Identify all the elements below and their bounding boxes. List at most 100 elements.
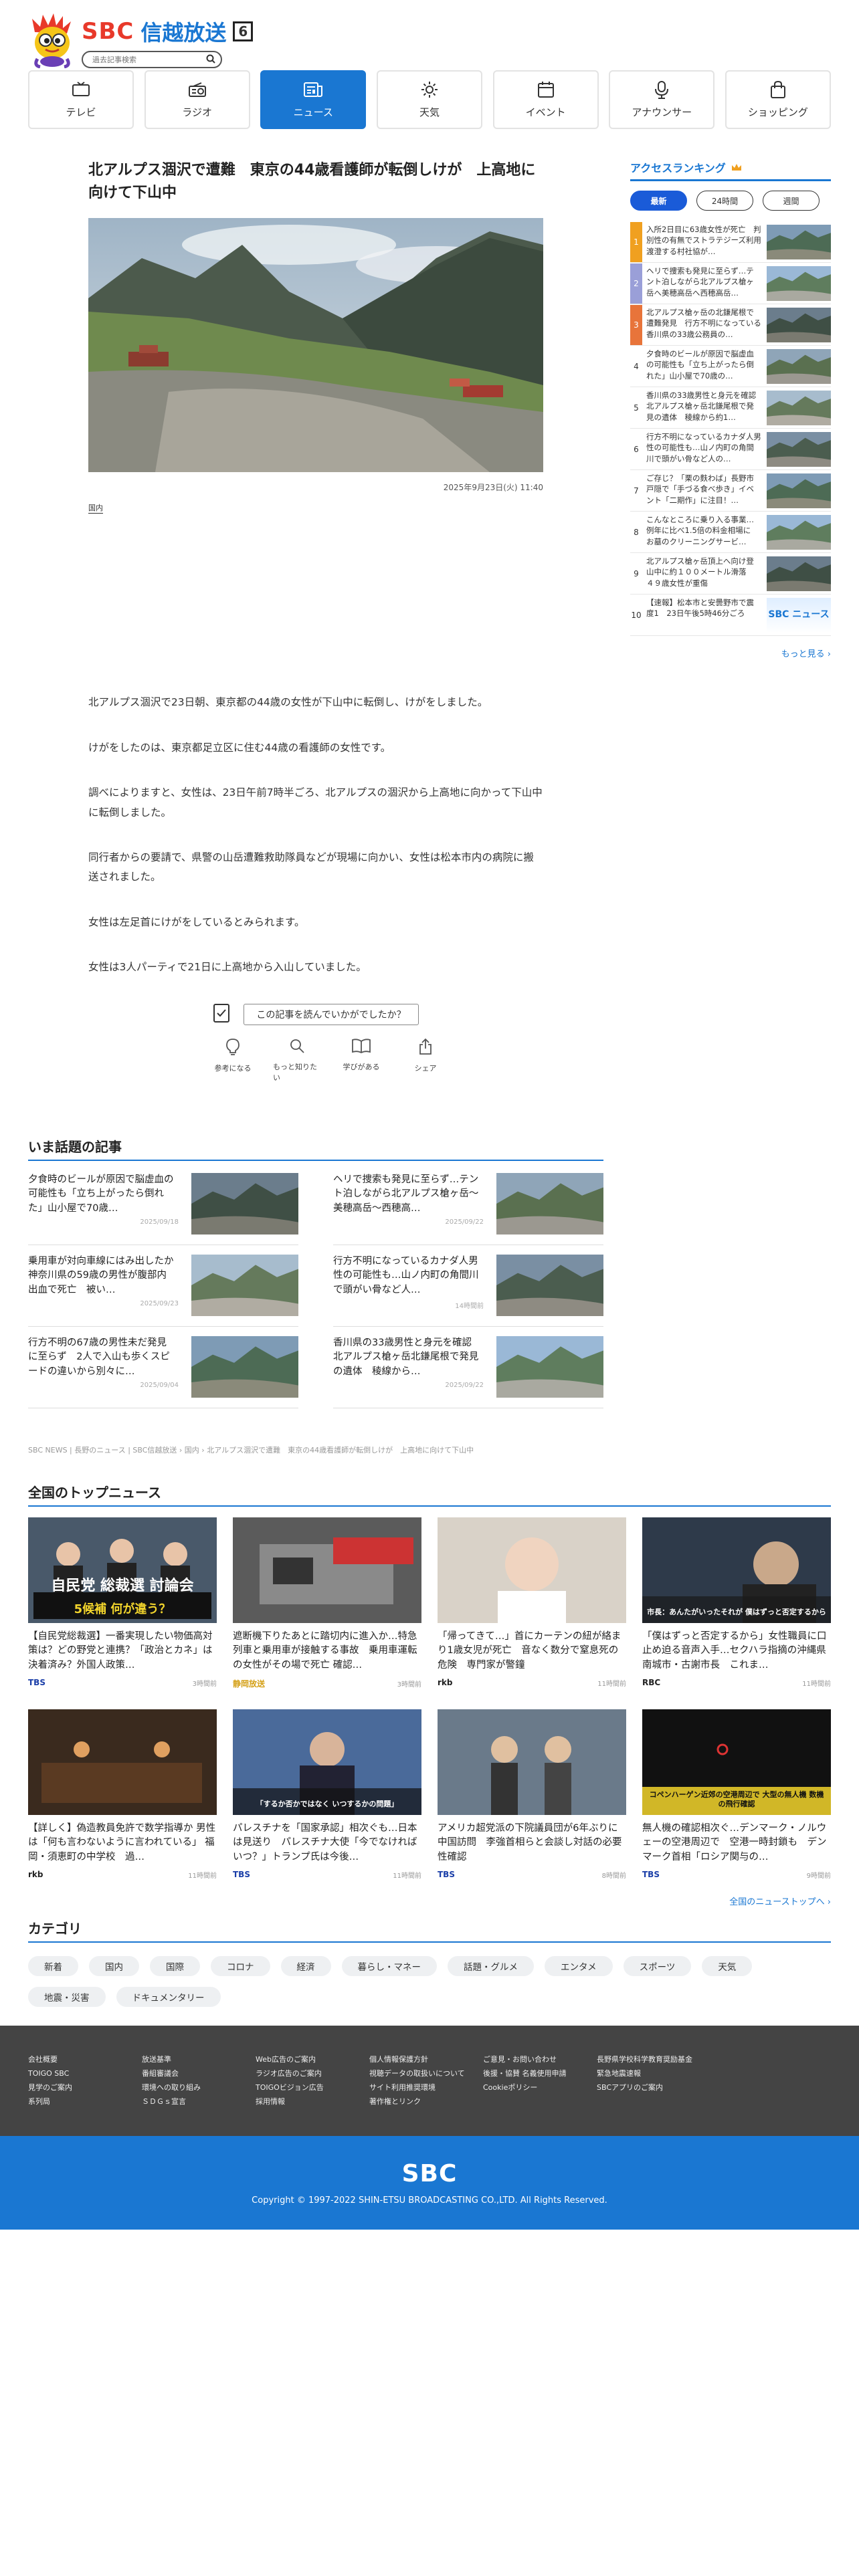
category-chip[interactable]: 国内 — [89, 1955, 139, 1976]
national-news-thumbnail — [28, 1709, 217, 1815]
national-news-card[interactable]: 【詳しく】偽造教員免許で数学指導か 男性は「何も言わないように言われている」 福… — [28, 1709, 217, 1880]
trending-thumbnail — [496, 1254, 603, 1316]
reaction-share[interactable]: シェア — [401, 1038, 450, 1083]
trending-card[interactable]: 夕食時のビールが原因で脳虚血の可能性も「立ち上がったら倒れた」山小屋で70歳… 2… — [28, 1172, 298, 1245]
category-chip[interactable]: 新着 — [28, 1955, 78, 1976]
reaction-want-more[interactable]: もっと知りたい — [273, 1038, 321, 1083]
national-news-card[interactable]: 「帰ってきて…」首にカーテンの紐が絡まり1歳女児が死亡 音なく数分で窒息死の危険… — [438, 1517, 626, 1689]
search-box[interactable] — [82, 51, 222, 68]
category-chip[interactable]: 天気 — [702, 1955, 753, 1976]
footer-link[interactable]: ラジオ広告のご案内 — [256, 2066, 369, 2080]
national-news-title: 【自民党総裁選】一番実現したい物価高対策は？どの野党と連携？「政治とカネ」は決着… — [28, 1630, 213, 1671]
category-chip[interactable]: 話題・グルメ — [448, 1955, 534, 1976]
category-chip[interactable]: 経済 — [280, 1955, 331, 1976]
ranking-item[interactable]: 2 ヘリで捜索も発見に至らず…テント泊しながら北アルプス槍ヶ岳へ美穂高岳へ西穂高岳… — [630, 263, 831, 304]
ranking-text: ご存じ？「栗の麩わば」長野市戸隠で「手づる食べ歩き」イベント「二期作」に注目！… — [646, 473, 754, 505]
footer-link[interactable]: 後援・協賛 名義使用申請 — [483, 2066, 597, 2080]
category-chip[interactable]: 地震・災害 — [28, 1986, 106, 2007]
thumbnail-caption: 5候補 何が違う？ — [74, 1602, 171, 1617]
tv-icon — [71, 81, 91, 98]
trending-card[interactable]: 乗用車が対向車線にはみ出したか 神奈川県の59歳の男性が腹部内出血で死亡 被い…… — [28, 1254, 298, 1327]
feedback-button[interactable]: この記事を読んでいかがでしたか？ — [244, 1003, 419, 1025]
footer-link[interactable]: 系列局 — [28, 2095, 142, 2109]
ranking-text: 【速報】松本市と安曇野市で震度1 23日午後5時46分ごろ — [646, 597, 754, 619]
ranking-item[interactable]: 8 こんなところに乗り入る事業…例年に比べ1.5倍の料金相場に お墓のクリーニング… — [630, 512, 831, 553]
category-chip[interactable]: 国際 — [150, 1955, 200, 1976]
trending-date: 2025/09/18 — [140, 1218, 179, 1226]
national-news-card[interactable]: アメリカ超党派の下院議員団が6年ぶりに中国訪問 李強首相らと会談し対話の必要性確… — [438, 1709, 626, 1880]
ranking-tab-latest[interactable]: 最新 — [630, 191, 687, 211]
footer-link[interactable]: ご意見・お問い合わせ — [483, 2052, 597, 2066]
ranking-more-link[interactable]: もっと見る › — [630, 647, 831, 659]
search-icon[interactable] — [206, 54, 215, 66]
footer-link[interactable]: 番組審議会 — [142, 2066, 256, 2080]
trending-title: 香川県の33歳男性と身元を確認 北アルプス槍ヶ岳北鎌尾根で発見の遺体 稜線から… — [333, 1337, 480, 1378]
footer-link[interactable]: SBCアプリのご案内 — [597, 2080, 710, 2095]
ranking-item[interactable]: 7 ご存じ？「栗の麩わば」長野市戸隠で「手づる食べ歩き」イベント「二期作」に注目！… — [630, 470, 831, 512]
nav-shopping[interactable]: ショッピング — [725, 70, 831, 129]
brand-sbc: SBC — [82, 18, 134, 45]
breadcrumb[interactable]: SBC NEWS | 長野のニュース | SBC信越放送 › 国内 › 北アルプ… — [28, 1444, 603, 1455]
ranking-item[interactable]: 10 【速報】松本市と安曇野市で震度1 23日午後5時46分ごろ SBC ニュース — [630, 595, 831, 636]
ranking-item[interactable]: 5 香川県の33歳男性と身元を確認 北アルプス槍ヶ岳北鎌尾根で発見の遺体 稜線から… — [630, 387, 831, 429]
footer-link[interactable]: ＳＤＧｓ宣言 — [142, 2095, 256, 2109]
site-logo[interactable]: SBC 信越放送 6 — [28, 12, 254, 69]
footer-logo[interactable]: SBC — [402, 2160, 458, 2187]
national-news-card[interactable]: 「するか否かではなく いつするかの問題」 パレスチナを「国家承認」相次ぐも…日本は… — [233, 1709, 421, 1880]
nav-weather[interactable]: 天気 — [376, 70, 482, 129]
article-category-link[interactable]: 国内 — [88, 502, 103, 514]
ranking-item[interactable]: 9 北アルプス槍ヶ岳頂上へ向け登山中に約１００メートル滑落 ４９歳女性が重傷 — [630, 553, 831, 595]
ranking-tab-weekly[interactable]: 週間 — [763, 191, 820, 211]
footer-link[interactable]: 長野県学校科学教育奨励基金 — [597, 2052, 710, 2066]
footer-link[interactable]: 環境への取り組み — [142, 2080, 256, 2095]
nav-announcer[interactable]: アナウンサー — [609, 70, 715, 129]
footer-link[interactable]: 緊急地震速報 — [597, 2066, 710, 2080]
nav-event[interactable]: イベント — [492, 70, 599, 129]
ranking-item[interactable]: 6 行方不明になっているカナダ人男性の可能性も…山ノ内町の角間川で頭がい骨など人の… — [630, 429, 831, 470]
ranking-tab-24h[interactable]: 24時間 — [696, 191, 753, 211]
category-chip[interactable]: ドキュメンタリー — [116, 1986, 221, 2007]
footer-link[interactable]: TOIGO SBC — [28, 2066, 142, 2080]
national-news-card[interactable]: 遮断機下りたあとに踏切内に進入か…特急列車と乗用車が接触する事故 乗用車運転の女… — [233, 1517, 421, 1689]
national-news-title: 「帰ってきて…」首にカーテンの紐が絡まり1歳女児が死亡 音なく数分で窒息死の危険… — [438, 1630, 622, 1671]
footer-link[interactable]: 採用情報 — [256, 2095, 369, 2109]
trending-card[interactable]: 香川県の33歳男性と身元を確認 北アルプス槍ヶ岳北鎌尾根で発見の遺体 稜線から…… — [333, 1335, 603, 1408]
footer-link[interactable]: 視聴データの取扱いについて — [369, 2066, 483, 2080]
trending-card[interactable]: ヘリで捜索も発見に至らず…テント泊しながら北アルプス槍ヶ岳〜美穂高岳〜西穂高… 2… — [333, 1172, 603, 1245]
national-more-link[interactable]: 全国のニューストップへ › — [28, 1895, 831, 1907]
footer-link[interactable]: TOIGOビジョン広告 — [256, 2080, 369, 2095]
category-chip[interactable]: 暮らし・マネー — [341, 1955, 437, 1976]
footer-link[interactable]: 個人情報保護方針 — [369, 2052, 483, 2066]
ranking-thumbnail — [767, 556, 831, 591]
footer-link[interactable]: Web広告のご案内 — [256, 2052, 369, 2066]
footer-link[interactable]: 見学のご案内 — [28, 2080, 142, 2095]
nav-radio[interactable]: ラジオ — [144, 70, 250, 129]
nav-tv[interactable]: テレビ — [28, 70, 134, 129]
footer-link[interactable]: 放送基準 — [142, 2052, 256, 2066]
ranking-item[interactable]: 1 入所2日目に63歳女性が死亡 判別性の有無でストラテジーズ利用 渡澄する村社協… — [630, 221, 831, 263]
category-chip[interactable]: エンタメ — [545, 1955, 613, 1976]
ranking-item[interactable]: 4 夕食時のビールが原因で脳虚血の可能性も「立ち上がったら倒れた」山小屋で70歳の… — [630, 346, 831, 387]
footer-link[interactable]: 会社概要 — [28, 2052, 142, 2066]
national-news-card[interactable]: 5候補 何が違う？ 自民党 総裁選 討論会 【自民党総裁選】一番実現したい物価高対策… — [28, 1517, 217, 1689]
nav-event-label: イベント — [525, 106, 566, 118]
footer-link[interactable]: Cookieポリシー — [483, 2080, 597, 2095]
category-chip[interactable]: スポーツ — [623, 1955, 692, 1976]
news-time: 9時間前 — [806, 1872, 831, 1880]
national-news-card[interactable]: コペンハーゲン近郊の空港周辺で 大型の無人機 数機の飛行確認 無人機の確認相次ぐ…… — [642, 1709, 831, 1880]
national-news-card[interactable]: 市長：あんたがいったそれが 僕はずっと否定するから 「僕はずっと否定するから」女性… — [642, 1517, 831, 1689]
trending-card[interactable]: 行方不明の67歳の男性未だ発見に至らず 2人で入山も歩くスピードの違いから別々に… — [28, 1335, 298, 1408]
category-chip[interactable]: コロナ — [211, 1955, 270, 1976]
trending-title: 夕食時のビールが原因で脳虚血の可能性も「立ち上がったら倒れた」山小屋で70歳… — [28, 1174, 174, 1214]
article-hero-image — [88, 218, 543, 473]
footer-link[interactable]: サイト利用推奨環境 — [369, 2080, 483, 2095]
national-news-thumbnail: 市長：あんたがいったそれが 僕はずっと否定するから — [642, 1517, 831, 1623]
footer-link[interactable]: 著作権とリンク — [369, 2095, 483, 2109]
reaction-learned[interactable]: 学びがある — [337, 1038, 385, 1083]
reaction-helpful[interactable]: 参考になる — [209, 1038, 257, 1083]
trending-card[interactable]: 行方不明になっているカナダ人男性の可能性も…山ノ内町の角間川で頭がい骨など人… 1… — [333, 1254, 603, 1327]
ranking-item[interactable]: 3 北アルプス槍ヶ岳の北鎌尾根で遭難発見 行方不明になっている香川県の33歳公務員… — [630, 304, 831, 346]
search-input[interactable] — [92, 55, 199, 64]
nav-news[interactable]: ニュース — [260, 70, 367, 129]
nav-announcer-label: アナウンサー — [632, 106, 692, 118]
